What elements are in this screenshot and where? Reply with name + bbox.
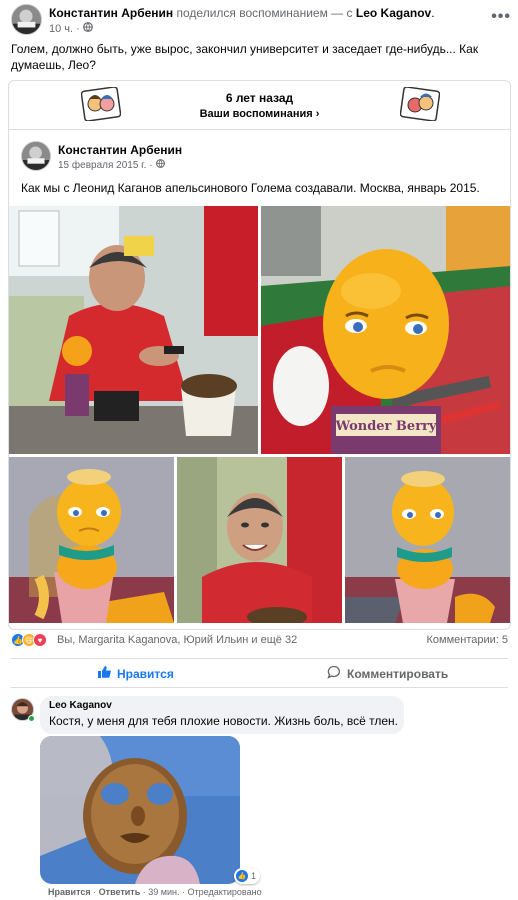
post-time[interactable]: 10 ч. (49, 23, 73, 35)
comment-bubble-icon (327, 665, 341, 682)
memory-banner[interactable]: 6 лет назад Ваши воспоминания › (9, 81, 510, 130)
comment-reaction-count: 1 (251, 871, 257, 881)
post-author-line: Константин Арбенин поделился воспоминани… (49, 6, 435, 20)
comment-bubble: Leo Kaganov Костя, у меня для тебя плохи… (40, 696, 404, 734)
post-text: Голем, должно быть, уже вырос, закончил … (11, 42, 479, 72)
dot: . (431, 6, 435, 20)
original-post-date: 15 февраля 2015 г. · (58, 159, 165, 171)
original-post-text: Как мы с Леонид Каганов апельсинового Го… (21, 181, 480, 195)
post-header: Константин Арбенин поделился воспоминани… (11, 4, 511, 36)
comment-like-link[interactable]: Нравится (48, 887, 91, 897)
reaction-icons[interactable]: 👍 😆 ♥ (11, 633, 47, 647)
comment-photo[interactable] (40, 736, 240, 884)
original-author-name[interactable]: Константин Арбенин (58, 143, 182, 157)
online-status-indicator (28, 715, 35, 722)
photo-2[interactable]: Wonder Berry (261, 206, 510, 454)
photo-3[interactable] (9, 457, 174, 623)
like-label: Нравится (117, 666, 174, 681)
reactors-summary[interactable]: Вы, Margarita Kaganova, Юрий Ильин и ещё… (57, 634, 297, 646)
like-button[interactable]: Нравится (97, 665, 174, 682)
meta-separator: · (149, 159, 153, 171)
action-bar: Нравится Комментировать (11, 658, 508, 688)
commenter-name[interactable]: Leo Kaganov (49, 700, 395, 711)
author-name[interactable]: Константин Арбенин (49, 6, 173, 20)
comments-count[interactable]: Комментарии: 5 (426, 634, 508, 646)
comment-reactions[interactable]: 👍 1 (234, 868, 261, 884)
thumbs-up-icon (97, 665, 111, 682)
globe-icon (155, 159, 165, 171)
comment-edited: Отредактировано (187, 887, 262, 897)
photo-5[interactable] (345, 457, 510, 623)
comment-button[interactable]: Комментировать (327, 665, 448, 682)
reactions-bar: 👍 😆 ♥ Вы, Margarita Kaganova, Юрий Ильин… (11, 632, 508, 650)
photo-1[interactable] (9, 206, 258, 454)
memory-card: 6 лет назад Ваши воспоминания › Констант… (8, 80, 511, 630)
comment-reply-link[interactable]: Ответить (99, 887, 141, 897)
globe-icon (82, 22, 93, 35)
more-options-button[interactable]: ••• (491, 8, 511, 26)
tagged-user[interactable]: Leo Kaganov (356, 6, 431, 20)
comment-actions: Нравится · Ответить · 39 мин. · Отредакт… (48, 887, 262, 897)
sep: · (182, 887, 185, 897)
original-author-avatar[interactable] (21, 141, 51, 171)
sep: · (93, 887, 97, 897)
photo-4[interactable] (177, 457, 342, 623)
friends-sticker-icon (399, 86, 441, 122)
comment-time[interactable]: 39 мин. (148, 887, 179, 897)
comment-text: Костя, у меня для тебя плохие новости. Ж… (49, 714, 399, 728)
sep: · (142, 887, 146, 897)
juice-box-label: Wonder Berry (335, 419, 437, 434)
chevron-right-icon: › (315, 108, 320, 120)
comment-label: Комментировать (347, 666, 449, 681)
post-meta: 10 ч. · (49, 22, 93, 35)
shared-memory-text: поделился воспоминанием — с (176, 6, 353, 20)
original-date-text[interactable]: 15 февраля 2015 г. (58, 160, 146, 171)
love-reaction-icon: ♥ (33, 633, 47, 647)
meta-separator: · (76, 22, 80, 35)
author-avatar[interactable] (11, 4, 42, 35)
like-reaction-icon: 👍 (236, 870, 248, 882)
